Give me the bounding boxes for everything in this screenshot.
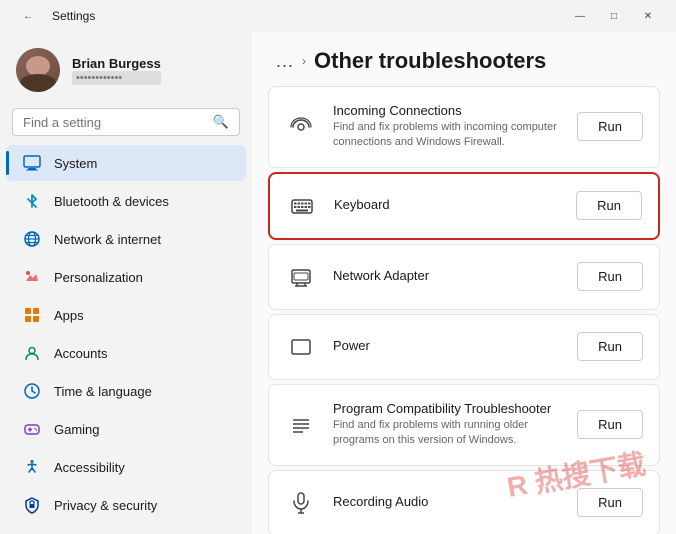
personalization-icon [22,267,42,287]
troubleshooter-program-compatibility: Program Compatibility Troubleshooter Fin… [268,384,660,466]
incoming-connections-info: Incoming Connections Find and fix proble… [333,103,577,151]
sidebar-label-accounts: Accounts [54,346,107,361]
user-email: •••••••••••• [72,71,161,85]
power-info: Power [333,338,577,355]
troubleshooters-list: Incoming Connections Find and fix proble… [252,86,676,534]
right-panel: ... › Other troubleshooters Incoming Con… [252,32,676,534]
sidebar: Brian Burgess •••••••••••• 🔍 System Blue… [0,32,252,534]
sidebar-item-apps[interactable]: Apps [6,297,246,333]
sidebar-item-privacy[interactable]: Privacy & security [6,487,246,523]
sidebar-label-accessibility: Accessibility [54,460,125,475]
incoming-connections-icon [285,111,317,143]
page-title: Other troubleshooters [314,48,546,74]
sidebar-label-bluetooth: Bluetooth & devices [54,194,169,209]
recording-audio-icon [285,487,317,519]
apps-icon [22,305,42,325]
troubleshooter-network-adapter: Network Adapter Run [268,244,660,310]
sidebar-item-system[interactable]: System [6,145,246,181]
sidebar-label-system: System [54,156,97,171]
power-icon [285,331,317,363]
title-bar: ← Settings — □ ✕ [0,0,676,32]
system-icon [22,153,42,173]
incoming-connections-desc: Find and fix problems with incoming comp… [333,120,577,151]
program-compatibility-info: Program Compatibility Troubleshooter Fin… [333,401,577,449]
sidebar-label-privacy: Privacy & security [54,498,157,513]
avatar [16,48,60,92]
time-icon [22,381,42,401]
window-controls: — □ ✕ [564,6,664,26]
bluetooth-icon [22,191,42,211]
close-button[interactable]: ✕ [632,6,664,26]
user-name: Brian Burgess [72,56,161,71]
incoming-connections-run-button[interactable]: Run [577,112,643,141]
program-compatibility-run-button[interactable]: Run [577,410,643,439]
program-compatibility-desc: Find and fix problems with running older… [333,418,577,449]
back-button[interactable]: ← [12,6,44,26]
main-content: Brian Burgess •••••••••••• 🔍 System Blue… [0,32,676,534]
gaming-icon [22,419,42,439]
troubleshooter-recording-audio: Recording Audio Run [268,470,660,534]
network-adapter-run-button[interactable]: Run [577,262,643,291]
breadcrumb-arrow: › [302,54,306,68]
incoming-connections-title: Incoming Connections [333,103,577,118]
sidebar-item-network[interactable]: Network & internet [6,221,246,257]
keyboard-run-button[interactable]: Run [576,191,642,220]
search-box[interactable]: 🔍 [12,108,240,136]
maximize-button[interactable]: □ [598,6,630,26]
program-compatibility-title: Program Compatibility Troubleshooter [333,401,577,416]
user-info: Brian Burgess •••••••••••• [72,56,161,85]
sidebar-item-accounts[interactable]: Accounts [6,335,246,371]
network-adapter-title: Network Adapter [333,268,577,283]
breadcrumb-dots[interactable]: ... [276,51,294,72]
title-bar-left: ← Settings [12,6,95,26]
right-header: ... › Other troubleshooters [252,32,676,86]
recording-audio-title: Recording Audio [333,494,577,509]
sidebar-label-gaming: Gaming [54,422,100,437]
sidebar-item-windows-update[interactable]: Windows Update [6,525,246,534]
keyboard-icon [286,190,318,222]
search-input[interactable] [23,115,205,130]
network-icon [22,229,42,249]
program-compatibility-icon [285,409,317,441]
privacy-icon [22,495,42,515]
minimize-button[interactable]: — [564,6,596,26]
sidebar-item-bluetooth[interactable]: Bluetooth & devices [6,183,246,219]
sidebar-label-personalization: Personalization [54,270,143,285]
power-run-button[interactable]: Run [577,332,643,361]
user-profile[interactable]: Brian Burgess •••••••••••• [0,40,252,108]
keyboard-info: Keyboard [334,197,576,214]
power-title: Power [333,338,577,353]
sidebar-label-time: Time & language [54,384,152,399]
recording-audio-run-button[interactable]: Run [577,488,643,517]
sidebar-item-personalization[interactable]: Personalization [6,259,246,295]
sidebar-item-time[interactable]: Time & language [6,373,246,409]
search-icon: 🔍 [213,114,229,130]
sidebar-label-apps: Apps [54,308,84,323]
network-adapter-info: Network Adapter [333,268,577,285]
troubleshooter-incoming-connections: Incoming Connections Find and fix proble… [268,86,660,168]
keyboard-title: Keyboard [334,197,576,212]
sidebar-item-gaming[interactable]: Gaming [6,411,246,447]
troubleshooter-keyboard: Keyboard Run [268,172,660,240]
troubleshooter-power: Power Run [268,314,660,380]
sidebar-item-accessibility[interactable]: Accessibility [6,449,246,485]
window-title: Settings [52,9,95,23]
recording-audio-info: Recording Audio [333,494,577,511]
network-adapter-icon [285,261,317,293]
accessibility-icon [22,457,42,477]
sidebar-label-network: Network & internet [54,232,161,247]
accounts-icon [22,343,42,363]
